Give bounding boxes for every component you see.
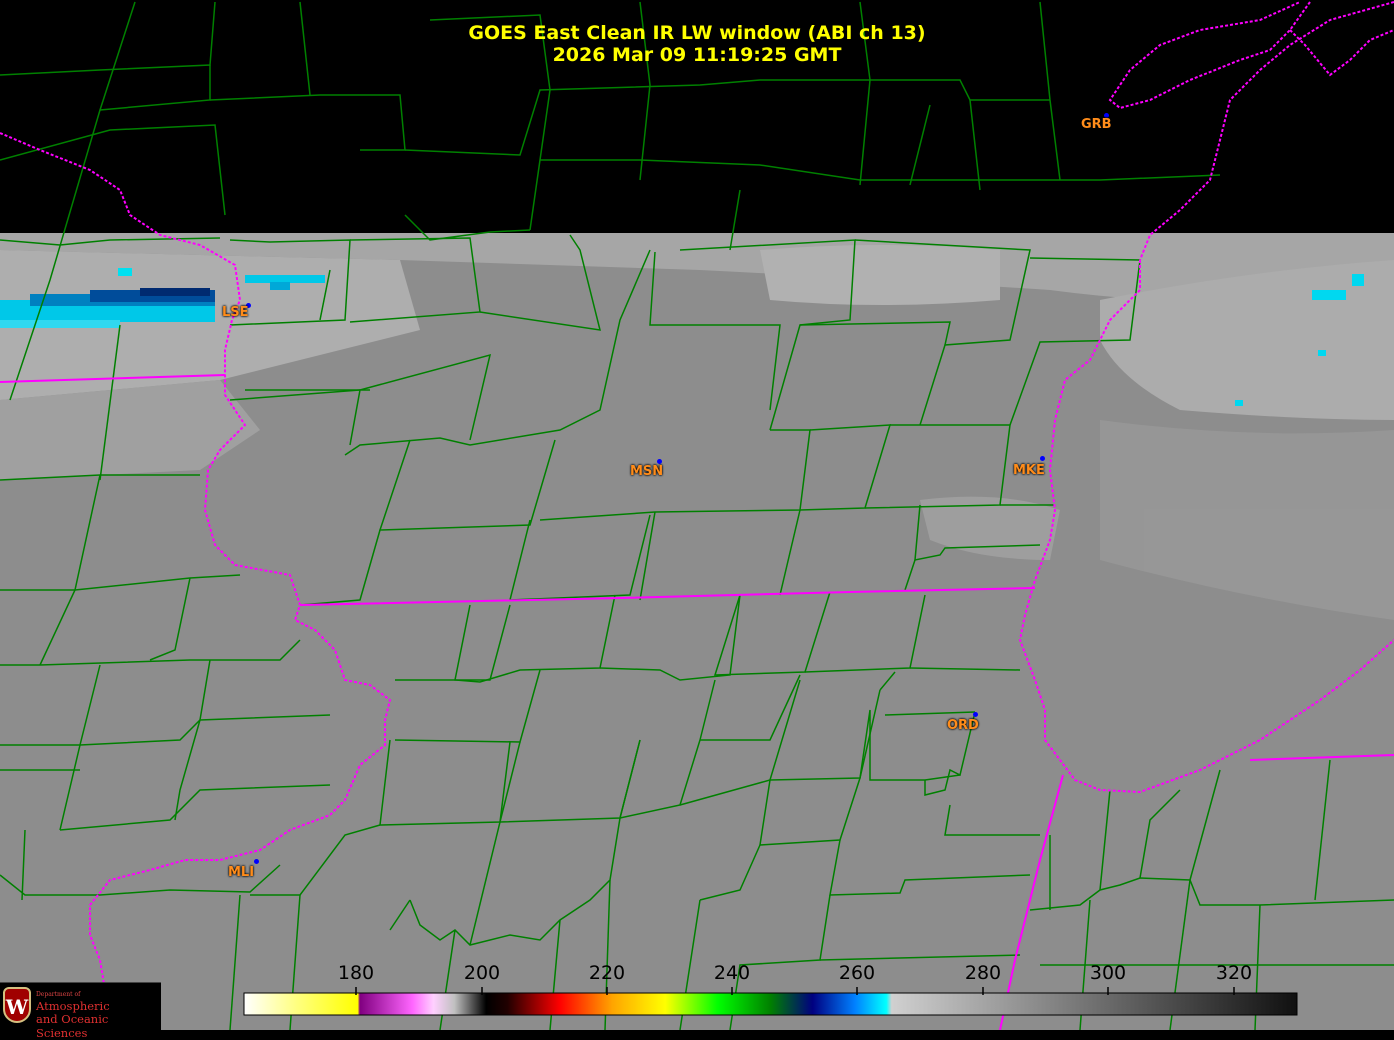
uw-crest-icon: W bbox=[3, 987, 31, 1023]
city-label-ord: ORD bbox=[947, 718, 979, 733]
city-dot-mli bbox=[254, 859, 259, 864]
logo-line-2: and Oceanic Sciences bbox=[36, 1012, 109, 1040]
logo-line-1: Atmospheric bbox=[36, 999, 110, 1013]
colorbar-tick-label: 320 bbox=[1215, 962, 1253, 984]
city-label-grb: GRB bbox=[1081, 117, 1112, 132]
colorbar-tick-label: 180 bbox=[337, 962, 375, 984]
colorbar-tick-label: 300 bbox=[1089, 962, 1127, 984]
colorbar-tick-label: 200 bbox=[463, 962, 501, 984]
city-dot-mke bbox=[1040, 456, 1045, 461]
colorbar-gradient bbox=[243, 992, 1298, 1016]
city-label-mli: MLI bbox=[228, 865, 255, 880]
logo-dept-text: Department of bbox=[36, 991, 81, 998]
city-label-msn: MSN bbox=[630, 464, 664, 479]
satellite-map bbox=[0, 1, 1394, 1030]
colorbar-tick-label: 260 bbox=[838, 962, 876, 984]
colorbar-tick-label: 220 bbox=[588, 962, 626, 984]
city-label-mke: MKE bbox=[1013, 463, 1045, 478]
aos-logo: W Department of Atmospheric and Oceanic … bbox=[0, 982, 161, 1040]
colorbar-tick-label: 280 bbox=[964, 962, 1002, 984]
title-line-2: 2026 Mar 09 11:19:25 GMT bbox=[552, 44, 842, 66]
title-line-1: GOES East Clean IR LW window (ABI ch 13) bbox=[468, 22, 926, 44]
city-dot-ord bbox=[973, 712, 978, 717]
city-label-lse: LSE bbox=[222, 305, 249, 320]
colorbar-tick-label: 240 bbox=[713, 962, 751, 984]
